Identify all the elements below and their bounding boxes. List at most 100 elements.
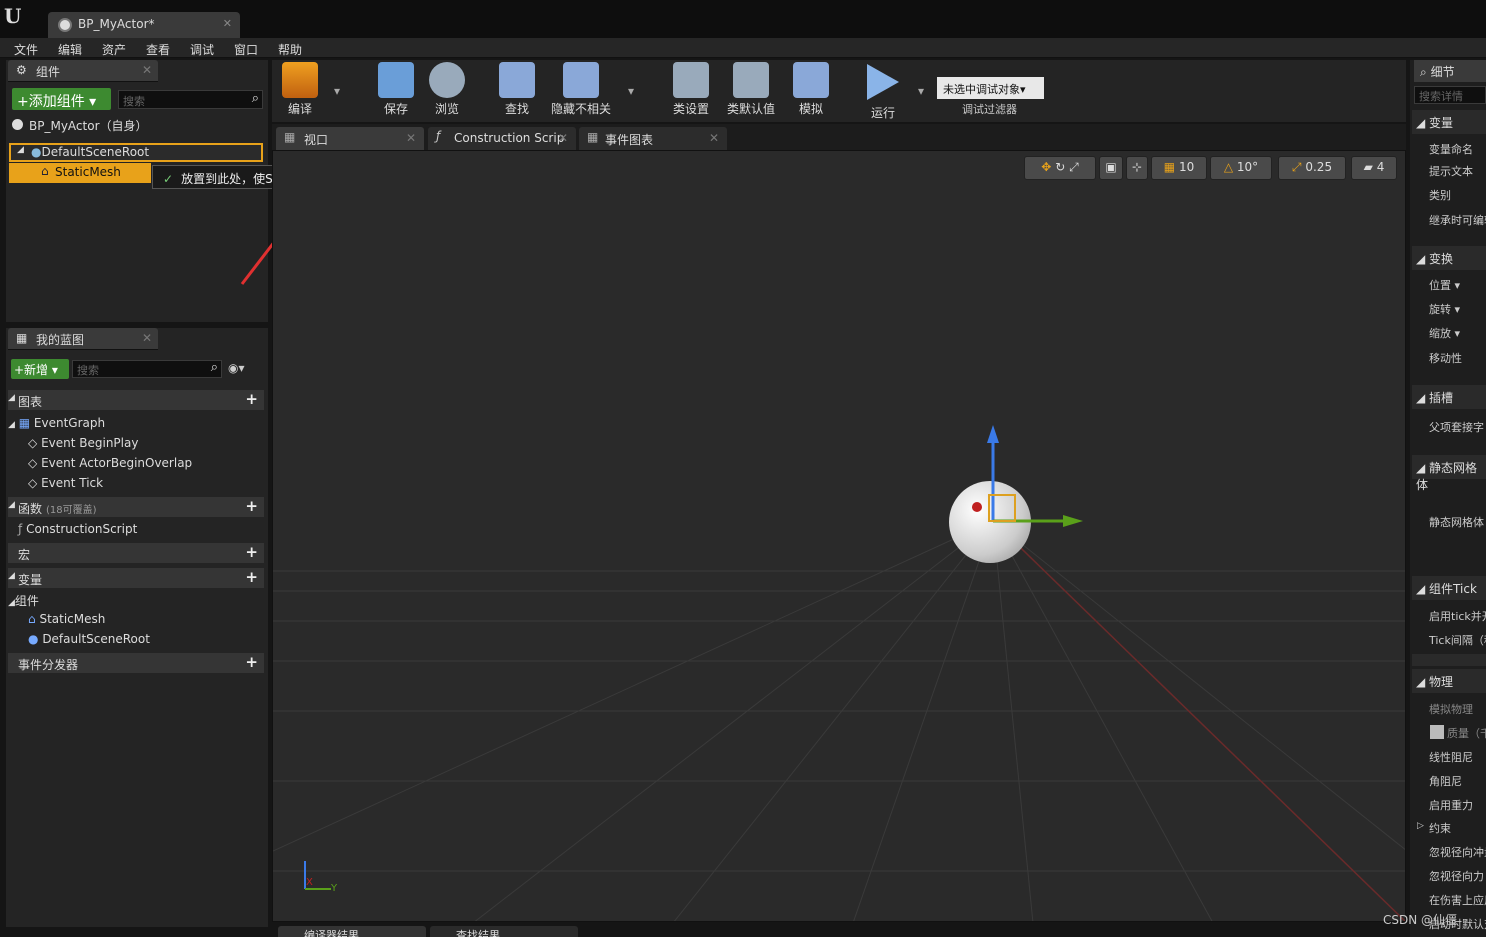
section-graphs[interactable]: ◢ 图表 + xyxy=(8,390,264,410)
hide-options-arrow[interactable]: ▾ xyxy=(628,84,634,98)
mass-checkbox[interactable] xyxy=(1430,725,1444,739)
unreal-logo-icon[interactable]: U xyxy=(4,4,28,28)
axis-y-label: Y xyxy=(331,883,338,894)
add-variable-icon[interactable]: + xyxy=(245,568,258,586)
my-blueprint-tab[interactable]: ▦ 我的蓝图 ✕ xyxy=(8,328,158,350)
prop-start-tick: 启用tick并开始 xyxy=(1429,610,1486,623)
section-macros[interactable]: 宏 + xyxy=(8,543,264,563)
compile-options-arrow[interactable]: ▾ xyxy=(334,84,340,98)
prop-rotation[interactable]: 旋转 ▾ xyxy=(1429,301,1460,317)
section-dispatchers[interactable]: 事件分发器 + xyxy=(8,653,264,673)
menu-edit[interactable]: 编辑 xyxy=(58,41,82,58)
debug-object-dropdown[interactable]: 未选中调试对象▾ xyxy=(937,77,1044,99)
prop-scale[interactable]: 缩放 ▾ xyxy=(1429,325,1460,341)
graph-icon: ▦ xyxy=(587,130,599,144)
details-tab[interactable]: ⌕ 细节 xyxy=(1414,60,1486,82)
local-world-toggle[interactable]: ▣ xyxy=(1099,156,1123,180)
tab-compiler-results[interactable]: 编译器结果 xyxy=(278,926,426,937)
scale-snap-button[interactable]: ⤢ 0.25 xyxy=(1278,156,1346,180)
section-sockets[interactable]: ◢ 插槽 xyxy=(1412,385,1486,409)
add-function-icon[interactable]: + xyxy=(245,497,258,515)
class-defaults-button[interactable]: 类默认值 xyxy=(723,62,779,117)
component-item[interactable]: ● DefaultSceneRoot xyxy=(28,632,150,646)
menu-asset[interactable]: 资产 xyxy=(102,41,126,58)
default-scene-root-row[interactable]: ◢ ●DefaultSceneRoot xyxy=(9,143,263,162)
document-tab[interactable]: BP_MyActor* ✕ xyxy=(48,12,240,38)
menu-file[interactable]: 文件 xyxy=(14,41,38,58)
blueprint-icon xyxy=(58,18,72,32)
self-row[interactable]: BP_MyActor（自身） xyxy=(10,115,262,137)
close-icon[interactable]: ✕ xyxy=(142,331,152,345)
watermark: CSDN @仙僵 xyxy=(1383,913,1458,927)
rotation-snap-button[interactable]: △ 10° xyxy=(1210,156,1272,180)
components-group[interactable]: ◢组件 xyxy=(8,592,39,609)
components-search-input[interactable]: 搜索 ⌕ xyxy=(118,90,263,109)
add-graph-icon[interactable]: + xyxy=(245,390,258,408)
class-settings-button[interactable]: 类设置 xyxy=(668,62,714,117)
section-variable[interactable]: ◢ 变量 xyxy=(1412,110,1486,134)
save-button[interactable]: 保存 xyxy=(374,62,418,117)
play-options-arrow[interactable]: ▾ xyxy=(918,84,924,98)
components-title: 组件 xyxy=(36,65,61,79)
surface-snap-button[interactable]: ⊹ xyxy=(1126,156,1148,180)
construction-script-item[interactable]: ƒ ConstructionScript xyxy=(18,522,137,536)
viewport[interactable]: X Y xyxy=(272,150,1406,922)
prop-location[interactable]: 位置 ▾ xyxy=(1429,277,1460,293)
transform-mode-buttons[interactable]: ✥ ↻ ⤢ xyxy=(1024,156,1096,180)
expand-arrow-icon[interactable]: ◢ xyxy=(17,145,24,155)
simulate-icon xyxy=(793,62,829,98)
add-component-button[interactable]: +添加组件 ▾ xyxy=(12,88,111,110)
expand-arrow-icon[interactable]: ▷ xyxy=(1417,821,1424,831)
menu-view[interactable]: 查看 xyxy=(146,41,170,58)
tab-find-results[interactable]: 查找结果 xyxy=(430,926,578,937)
section-functions[interactable]: ◢ 函数 (18可覆盖) + xyxy=(8,497,264,517)
details-search-input[interactable]: 搜索详情 xyxy=(1414,86,1486,104)
simulate-button[interactable]: 模拟 xyxy=(788,62,834,117)
play-button[interactable]: 运行 xyxy=(858,62,908,121)
component-item[interactable]: ⌂ StaticMesh xyxy=(28,612,105,626)
find-button[interactable]: 查找 xyxy=(494,62,540,117)
add-macro-icon[interactable]: + xyxy=(245,543,258,561)
event-graph-item[interactable]: ◢ ▦ EventGraph xyxy=(8,416,105,430)
prop-editable-inherit: 继承时可编辑 xyxy=(1429,214,1486,227)
close-icon[interactable]: ✕ xyxy=(558,131,568,145)
blueprint-search-input[interactable]: 搜索 ⌕ xyxy=(72,360,222,378)
prop-static-mesh: 静态网格体 xyxy=(1429,516,1484,529)
gear-icon xyxy=(673,62,709,98)
close-icon[interactable]: ✕ xyxy=(709,131,719,145)
angle-icon: △ xyxy=(1223,160,1234,174)
hide-unrelated-button[interactable]: 隐藏不相关 xyxy=(548,62,614,117)
section-variables[interactable]: ◢ 变量 + xyxy=(8,568,264,588)
event-icon: ◇ xyxy=(28,436,38,450)
tab-title: BP_MyActor* xyxy=(78,17,155,31)
section-component-tick[interactable]: ◢ 组件Tick xyxy=(1412,576,1486,600)
menu-window[interactable]: 窗口 xyxy=(234,41,258,58)
new-button[interactable]: +新增 ▾ xyxy=(11,359,69,379)
event-item[interactable]: ◇ Event BeginPlay xyxy=(28,436,138,450)
section-physics[interactable]: ◢ 物理 xyxy=(1412,669,1486,693)
add-dispatcher-icon[interactable]: + xyxy=(245,653,258,671)
close-icon[interactable]: ✕ xyxy=(142,63,152,77)
camera-speed-button[interactable]: ▰ 4 xyxy=(1351,156,1397,180)
eye-visibility-icon[interactable]: ◉▾ xyxy=(228,361,245,375)
menu-debug[interactable]: 调试 xyxy=(190,41,214,58)
grid-icon: ▦ xyxy=(1163,160,1176,174)
close-icon[interactable]: ✕ xyxy=(223,17,232,30)
event-item[interactable]: ◇ Event ActorBeginOverlap xyxy=(28,456,192,470)
section-static-mesh[interactable]: ◢ 静态网格体 xyxy=(1412,455,1486,492)
static-mesh-row[interactable]: ⌂ StaticMesh xyxy=(9,163,151,183)
tab-construction-script[interactable]: ƒ Construction Scrip ✕ xyxy=(428,127,576,150)
graph-icon: ▦ xyxy=(18,416,31,430)
tab-event-graph[interactable]: ▦ 事件图表 ✕ xyxy=(579,127,727,150)
components-tab[interactable]: ⚙ 组件 ✕ xyxy=(8,60,158,82)
section-transform[interactable]: ◢ 变换 xyxy=(1412,246,1486,270)
menu-help[interactable]: 帮助 xyxy=(278,41,302,58)
browse-button[interactable]: 浏览 xyxy=(425,62,469,117)
compile-button[interactable]: 编译 xyxy=(278,62,322,117)
tab-viewport[interactable]: ▦ 视口 ✕ xyxy=(276,127,424,150)
cube-icon: ▣ xyxy=(1105,160,1117,174)
grid-snap-button[interactable]: ▦ 10 xyxy=(1151,156,1207,180)
transform-gizmo[interactable] xyxy=(963,421,1093,541)
event-item[interactable]: ◇ Event Tick xyxy=(28,476,103,490)
close-icon[interactable]: ✕ xyxy=(406,131,416,145)
